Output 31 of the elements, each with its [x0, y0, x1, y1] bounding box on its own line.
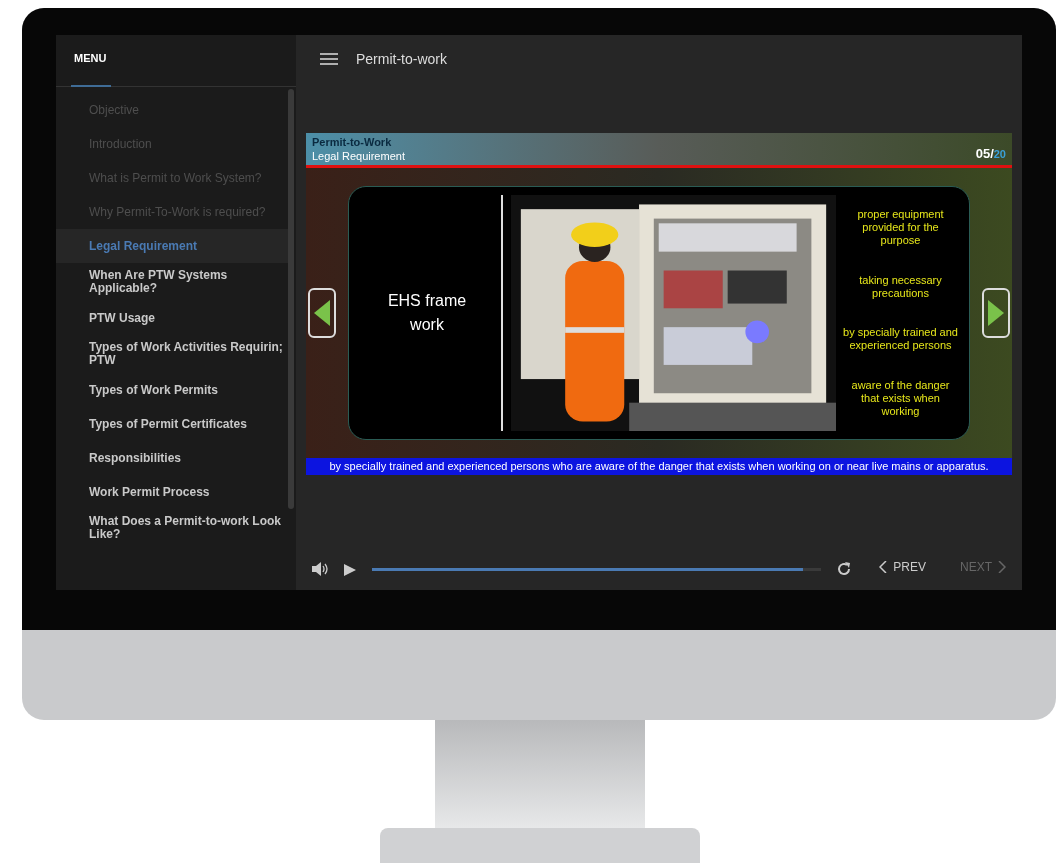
- menu-item[interactable]: What Does a Permit-to-work Look Like?: [56, 509, 288, 547]
- previous-button[interactable]: PREV: [879, 558, 926, 576]
- key-point: by specially trained and experienced persons: [843, 326, 958, 353]
- caption: by specially trained and experienced persons who are aware of the danger that exists when working on or near live mains or apparatus.: [328, 460, 990, 473]
- chevron-right-icon: [998, 561, 1006, 573]
- menu-icon[interactable]: [320, 53, 338, 65]
- menu-item[interactable]: Work Permit Process: [56, 475, 288, 509]
- menu-item[interactable]: PTW Usage: [56, 301, 288, 335]
- right-triangle-icon: [988, 300, 1004, 326]
- menu-item[interactable]: Responsibilities: [56, 441, 288, 475]
- menu-item[interactable]: Types of Work Activities Requirin; PTW: [56, 335, 288, 373]
- page-counter: 05/20: [975, 144, 1006, 163]
- replay-icon[interactable]: [837, 562, 852, 576]
- volume-icon[interactable]: [312, 562, 328, 576]
- key-point: proper equipment provided for the purpose: [856, 208, 945, 248]
- course-title: Permit-to-Work: [312, 135, 393, 149]
- left-triangle-icon: [314, 300, 330, 326]
- key-point: taking necessary precautions: [858, 273, 943, 300]
- previous-slide-button[interactable]: [308, 288, 336, 338]
- menu-item[interactable]: Types of Work Permits: [56, 373, 288, 407]
- chevron-left-icon: [879, 561, 888, 573]
- menu-item[interactable]: When Are PTW Systems Applicable?: [56, 263, 288, 301]
- page-title: Permit-to-work: [356, 49, 447, 69]
- menu-item[interactable]: Types of Permit Certificates: [56, 407, 288, 441]
- next-slide-button[interactable]: [982, 288, 1010, 338]
- play-icon[interactable]: [344, 564, 356, 576]
- scrollbar[interactable]: [288, 89, 294, 509]
- menu-title: MENU: [74, 50, 107, 66]
- key-point: aware of the danger that exists when working: [850, 378, 951, 418]
- frame-label: EHS frame work: [386, 291, 468, 335]
- topic-title: Legal Requirement: [312, 149, 405, 163]
